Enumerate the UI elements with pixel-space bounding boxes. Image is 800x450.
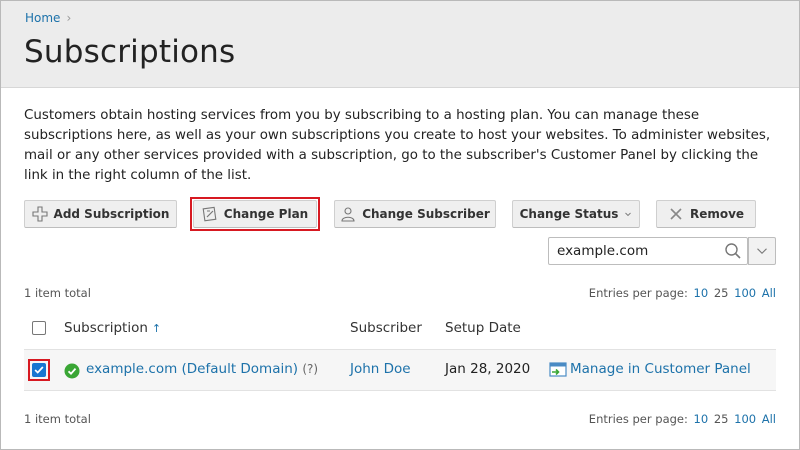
column-header-subscription[interactable]: Subscription ↑ (64, 320, 161, 336)
page-size-25[interactable]: 25 (714, 412, 729, 426)
column-header-setup-date: Setup Date (445, 320, 521, 336)
page-header: Home › Subscriptions (1, 1, 799, 88)
items-total-bottom: 1 item total (24, 412, 91, 426)
breadcrumb-separator-icon: › (66, 11, 72, 25)
select-all-checkbox[interactable] (32, 321, 46, 335)
change-plan-icon (202, 206, 217, 222)
search-input[interactable] (549, 238, 719, 264)
change-status-label: Change Status (519, 207, 619, 221)
row-checkbox[interactable] (32, 363, 46, 377)
help-link[interactable]: (?) (302, 362, 318, 376)
page-title: Subscriptions (24, 34, 236, 70)
search-box (548, 237, 748, 265)
column-subscription-label: Subscription (64, 320, 148, 336)
entries-per-page-label: Entries per page: (588, 286, 688, 300)
breadcrumb-home-link[interactable]: Home (25, 11, 60, 25)
entries-per-page-label: Entries per page: (588, 412, 688, 426)
search-options-toggle[interactable] (748, 237, 776, 265)
change-status-button[interactable]: Change Status (512, 200, 640, 228)
items-total-top: 1 item total (24, 286, 91, 300)
subscription-link[interactable]: example.com (Default Domain) (86, 361, 298, 377)
entries-per-page-top: Entries per page: 10 25 100 All (589, 286, 776, 300)
add-subscription-button[interactable]: Add Subscription (24, 200, 177, 228)
remove-label: Remove (689, 207, 745, 221)
page-description: Customers obtain hosting services from y… (24, 108, 771, 183)
setup-date: Jan 28, 2020 (445, 361, 531, 377)
sort-up-icon: ↑ (151, 322, 162, 335)
page-size-10[interactable]: 10 (694, 412, 709, 426)
change-plan-button[interactable]: Change Plan (193, 200, 317, 228)
add-subscription-label: Add Subscription (53, 207, 170, 221)
page-size-100[interactable]: 100 (734, 286, 756, 300)
checkmark-icon (34, 366, 44, 374)
change-subscriber-label: Change Subscriber (362, 207, 490, 221)
customer-panel-icon (549, 362, 567, 377)
plus-icon (31, 206, 48, 222)
subscription-cell: example.com (Default Domain) (?) (86, 361, 318, 377)
page-size-all[interactable]: All (762, 286, 776, 300)
page-size-100[interactable]: 100 (734, 412, 756, 426)
close-icon (670, 208, 682, 220)
chevron-down-icon (757, 248, 767, 255)
user-icon (341, 207, 355, 222)
page-size-all[interactable]: All (762, 412, 776, 426)
subscriber-link[interactable]: John Doe (350, 361, 411, 377)
search-icon[interactable] (724, 242, 742, 260)
breadcrumb: Home › (25, 11, 71, 25)
manage-in-customer-panel-link[interactable]: Manage in Customer Panel (570, 361, 751, 377)
change-plan-label: Change Plan (223, 207, 309, 221)
entries-per-page-bottom: Entries per page: 10 25 100 All (589, 412, 776, 426)
column-header-subscriber: Subscriber (350, 320, 422, 336)
page-size-10[interactable]: 10 (694, 286, 709, 300)
status-ok-icon (64, 363, 80, 379)
page-size-25[interactable]: 25 (714, 286, 729, 300)
chevron-down-icon (625, 212, 632, 217)
remove-button[interactable]: Remove (656, 200, 756, 228)
change-subscriber-button[interactable]: Change Subscriber (334, 200, 496, 228)
